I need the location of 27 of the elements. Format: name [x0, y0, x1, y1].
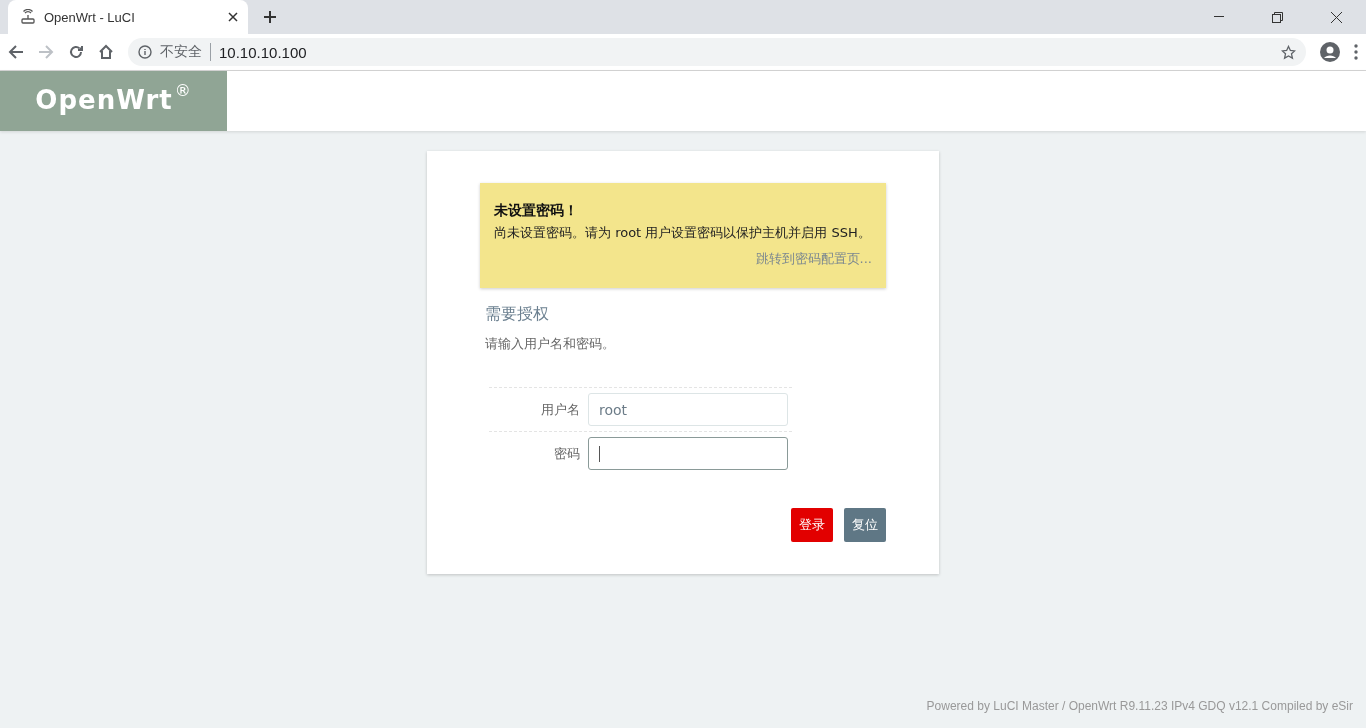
url-text[interactable]: 10.10.10.100 — [219, 43, 307, 61]
star-icon[interactable] — [1281, 44, 1296, 60]
info-icon[interactable] — [138, 45, 152, 59]
close-icon[interactable] — [1331, 11, 1342, 23]
footer-text: Powered by LuCI Master / OpenWrt R9.11.23 IPv4 GDQ v12.1 Compiled by eSir — [926, 699, 1353, 713]
security-label: 不安全 — [160, 43, 211, 61]
alert-title: 未设置密码！ — [494, 202, 579, 220]
username-field[interactable]: root — [588, 393, 788, 426]
router-icon — [20, 9, 36, 25]
field-label: 密码 — [553, 444, 581, 463]
alert-message: 尚未设置密码。请为 root 用户设置密码以保护主机并启用 SSH。 — [494, 224, 872, 242]
field-label: 用户名 — [540, 400, 581, 419]
minimize-icon[interactable] — [1214, 16, 1224, 18]
close-tab-icon[interactable] — [228, 12, 238, 22]
login-button[interactable]: 登录 — [791, 508, 833, 542]
menu-icon[interactable] — [1354, 44, 1358, 60]
password-config-link[interactable]: 跳转到密码配置页... — [755, 250, 872, 268]
restore-icon[interactable] — [1272, 11, 1283, 23]
reset-button[interactable]: 复位 — [844, 508, 886, 542]
auth-description: 请输入用户名和密码。 — [485, 335, 616, 353]
home-icon[interactable] — [98, 44, 114, 60]
back-icon[interactable] — [8, 44, 24, 60]
password-field[interactable] — [588, 437, 788, 470]
reload-icon[interactable] — [68, 44, 84, 60]
auth-heading: 需要授权 — [485, 304, 550, 325]
profile-icon[interactable] — [1320, 42, 1340, 62]
logo[interactable]: OpenWrt$^{®}$ — [0, 71, 227, 131]
